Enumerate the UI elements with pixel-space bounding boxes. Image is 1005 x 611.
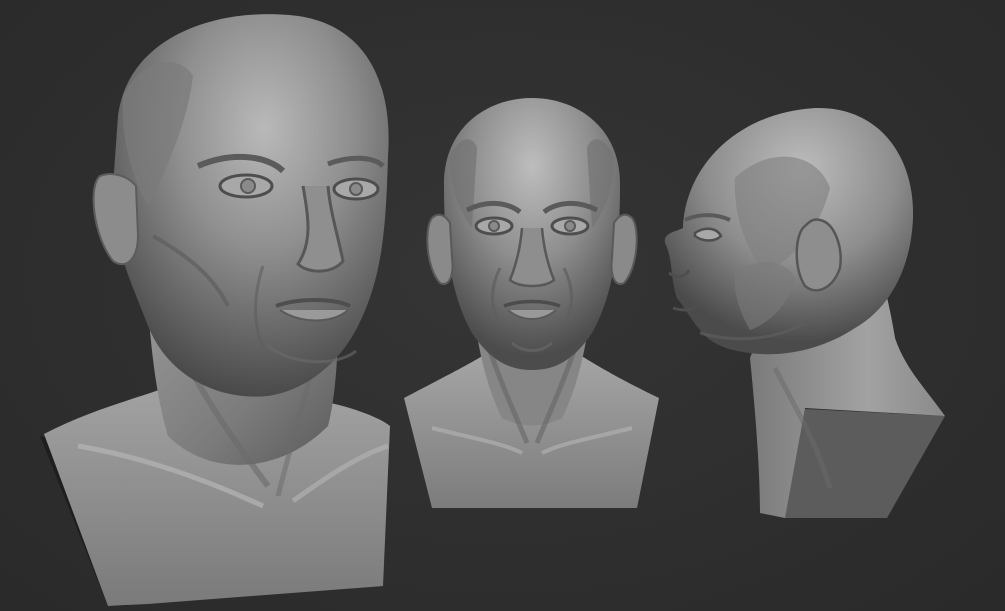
bust-three-quarter-view (40, 14, 390, 606)
sculpt-viewport (0, 0, 1005, 611)
bust-profile-view (664, 107, 945, 518)
bust-front-view (404, 98, 659, 508)
